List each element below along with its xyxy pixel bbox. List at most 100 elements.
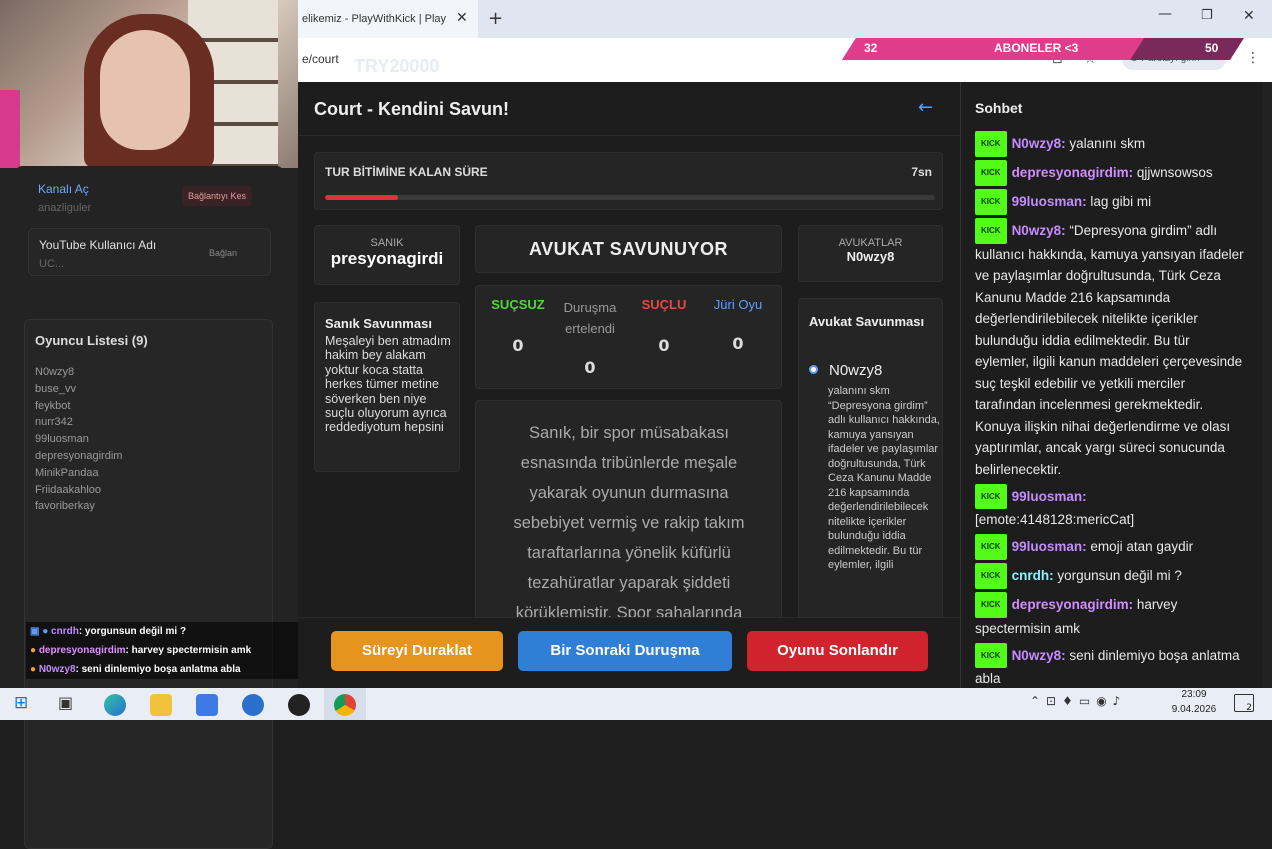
kick-badge-icon: KICK <box>975 534 1007 560</box>
notification-icon[interactable]: 2 <box>1234 694 1254 713</box>
clock-date: 9.04.2026 <box>1171 704 1217 715</box>
chat-panel: Sohbet KICK N0wzy8: yalanını skm KICK depre… <box>960 82 1272 688</box>
kick-badge-icon: KICK <box>975 563 1007 589</box>
timer-value: 7sn <box>911 165 932 179</box>
close-window-icon[interactable]: ✕ <box>1243 8 1255 24</box>
timer-label: TUR BİTİMİNE KALAN SÜRE <box>325 165 488 179</box>
case-description-card: Sanık, bir spor müsabakası esnasında tri… <box>475 400 782 620</box>
back-arrow-icon[interactable]: ← <box>918 97 933 118</box>
lawyers-label: AVUKATLAR <box>838 237 903 249</box>
chat-message: KICK N0wzy8: yalanını skm <box>975 131 1247 157</box>
kick-badge-icon: KICK <box>975 189 1007 215</box>
innocent-count: 0 <box>512 336 524 355</box>
defense-title: Sanık Savunması <box>325 316 432 331</box>
tray-icons[interactable]: ⌃⊡♦▭◉♪ <box>1030 694 1126 708</box>
task-view-icon[interactable]: ▣ <box>58 693 73 712</box>
open-channel-link[interactable]: Kanalı Aç <box>38 182 89 196</box>
chat-text: qjjwnsowsos <box>1133 165 1213 180</box>
jury-label: Jüri Oyu <box>713 297 763 312</box>
chat-text: “Depresyona girdim” adlı kullanıcı hakkı… <box>975 223 1244 477</box>
youtube-label: YouTube Kullanıcı Adı <box>39 238 157 252</box>
kick-badge-icon: KICK <box>975 218 1007 244</box>
kick-badge-icon: KICK <box>975 592 1007 618</box>
player-list-title: Oyuncu Listesi (9) <box>35 333 148 348</box>
postponed-label: Duruşma ertelendi <box>563 300 617 336</box>
vote-panel: SUÇSUZ 0 Duruşma ertelendi 0 SUÇLU 0 Jür… <box>475 285 782 389</box>
edge-icon[interactable] <box>104 694 126 716</box>
chat-username[interactable]: depresyonagirdim: <box>1012 597 1134 612</box>
player-list-item: MinikPandaa <box>35 466 99 479</box>
chat-message: KICK N0wzy8: “Depresyona girdim” adlı kul… <box>975 218 1247 480</box>
browser-tab[interactable]: elikemiz - PlayWithKick | Play <box>298 0 478 38</box>
kick-badge-icon: KICK <box>975 160 1007 186</box>
player-list-item: nurr342 <box>35 416 73 429</box>
chat-username[interactable]: cnrdh: <box>1012 568 1054 583</box>
chat-username[interactable]: N0wzy8: <box>1012 223 1066 238</box>
connect-button[interactable]: Bağlan <box>203 243 243 263</box>
timer-progress-track <box>325 195 935 200</box>
player-list-item: 99luosman <box>35 433 89 446</box>
chat-username[interactable]: 99luosman: <box>1012 539 1087 554</box>
store-icon[interactable] <box>196 694 218 716</box>
guilty-count: 0 <box>658 336 670 355</box>
timer-panel: TUR BİTİMİNE KALAN SÜRE 7sn <box>314 152 943 210</box>
close-tab-icon[interactable]: ✕ <box>456 10 468 26</box>
clock[interactable]: 23:09 9.04.2026 <box>1164 687 1224 717</box>
kick-badge-icon: KICK <box>975 483 1007 509</box>
app-icon[interactable] <box>242 694 264 716</box>
guilty-label: SUÇLU <box>641 297 687 312</box>
end-game-button[interactable]: Oyunu Sonlandır <box>747 631 928 671</box>
chat-message: KICK cnrdh: yorgunsun değil mi ? <box>975 563 1247 589</box>
channel-username: anazliguler <box>38 202 92 214</box>
player-list-item: Friidaakahloo <box>35 483 102 496</box>
channel-row: Kanalı Aç anazliguler Bağlantıyı Kes <box>28 172 271 220</box>
chat-text: yorgunsun değil mi ? <box>1053 568 1182 583</box>
chat-message: KICK N0wzy8: seni dinlemiyo boşa anlatma … <box>975 642 1247 690</box>
subscriber-label: ABONELER <3 <box>994 41 1079 55</box>
chat-message-list: KICK N0wzy8: yalanını skm KICK depresyonagi… <box>975 131 1247 693</box>
lawyer-defense-text: yalanını skm “Depresyona girdim” adlı ku… <box>828 385 940 571</box>
youtube-input[interactable]: UC... <box>39 258 64 270</box>
lawyer-defense-name: N0wzy8 <box>829 362 883 379</box>
lawyer-radio[interactable] <box>809 365 818 374</box>
chat-username[interactable]: 99luosman: <box>1012 489 1087 504</box>
status-banner: AVUKAT SAVUNUYOR <box>475 225 782 273</box>
chat-title: Sohbet <box>975 100 1023 116</box>
chat-text: emoji atan gaydir <box>1086 539 1194 554</box>
new-tab-icon[interactable]: + <box>488 8 503 29</box>
defendant-card: SANIK presyonagirdi <box>314 225 460 285</box>
subscriber-goal: 50 <box>1205 41 1219 55</box>
chrome-icon[interactable] <box>334 694 356 716</box>
jury-count: 0 <box>732 334 744 353</box>
next-hearing-button[interactable]: Bir Sonraki Duruşma <box>518 631 732 671</box>
obs-icon[interactable] <box>288 694 310 716</box>
chat-message: KICK 99luosman: emoji atan gaydir <box>975 534 1247 560</box>
webcam-feed <box>0 0 298 168</box>
menu-dots-icon[interactable]: ⋮ <box>1246 50 1260 66</box>
case-description: Sanık, bir spor müsabakası esnasında tri… <box>513 424 745 620</box>
innocent-label: SUÇSUZ <box>491 297 545 312</box>
url-field[interactable]: e/court <box>302 52 339 66</box>
lawyers-card: AVUKATLAR N0wzy8 <box>798 225 943 282</box>
start-icon[interactable]: ⊞ <box>14 693 28 713</box>
chat-scrollbar[interactable] <box>1263 82 1272 688</box>
file-explorer-icon[interactable] <box>150 694 172 716</box>
kick-badge-icon: KICK <box>975 131 1007 157</box>
lawyer-name: N0wzy8 <box>846 249 895 264</box>
lawyer-defense-card: Avukat Savunması N0wzy8 yalanını skm “De… <box>798 298 943 620</box>
chat-username[interactable]: depresyonagirdim: <box>1012 165 1134 180</box>
chat-message: KICK 99luosman: lag gibi mi <box>975 189 1247 215</box>
pause-timer-button[interactable]: Süreyi Duraklat <box>331 631 503 671</box>
chat-username[interactable]: N0wzy8: <box>1012 136 1066 151</box>
restore-icon[interactable]: ❐ <box>1201 8 1213 23</box>
chat-username[interactable]: N0wzy8: <box>1012 648 1066 663</box>
postponed-count: 0 <box>584 358 596 377</box>
player-list-item: N0wzy8 <box>35 366 75 378</box>
disconnect-button[interactable]: Bağlantıyı Kes <box>182 186 253 206</box>
minimize-icon[interactable]: — <box>1158 6 1172 22</box>
chat-text: [emote:4148128:mericCat] <box>975 512 1135 527</box>
chat-message: KICK depresyonagirdim: qjjwnsowsos <box>975 160 1247 186</box>
chat-message: KICK depresyonagirdim: harvey spectermisi… <box>975 592 1247 639</box>
chat-username[interactable]: 99luosman: <box>1012 194 1087 209</box>
player-list: N0wzy8 buse_vv feykbot nurr342 99luosman depr… <box>35 364 122 515</box>
